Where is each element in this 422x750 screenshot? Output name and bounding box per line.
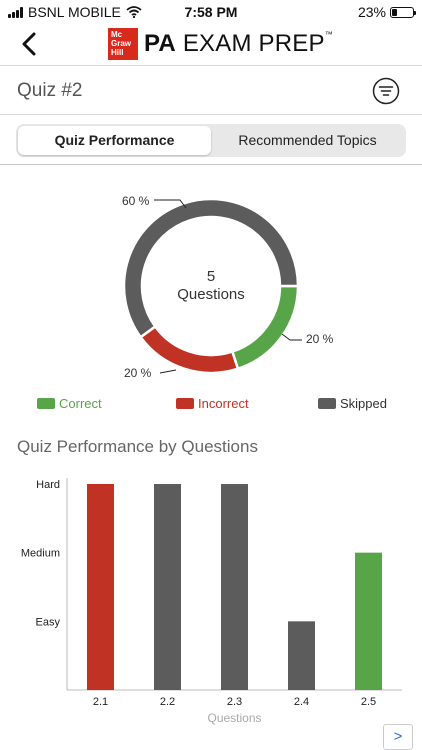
x-tick-label: 2.3 xyxy=(227,696,242,708)
filter-button[interactable] xyxy=(372,77,400,105)
quiz-bar: Quiz #2 xyxy=(0,65,422,115)
legend-incorrect: Incorrect xyxy=(176,396,249,411)
legend-swatch-skipped xyxy=(318,398,336,409)
tab-recommended-topics[interactable]: Recommended Topics xyxy=(211,126,404,155)
app-title-bold: PA xyxy=(144,30,176,57)
tab-quiz-performance[interactable]: Quiz Performance xyxy=(18,126,211,155)
legend-label-correct: Correct xyxy=(59,396,102,411)
app-title-rest: EXAM PREP xyxy=(182,30,325,57)
segmented-tabs: Quiz Performance Recommended Topics xyxy=(16,124,406,157)
battery-fill xyxy=(392,8,397,16)
app-title: PA EXAM PREP™ xyxy=(144,30,333,58)
chart-title: Quiz Performance by Questions xyxy=(17,437,258,456)
bar-2.2 xyxy=(154,484,181,690)
status-bar: BSNL MOBILE 7:58 PM 23% xyxy=(0,0,422,24)
trademark: ™ xyxy=(324,30,333,39)
bar-chart: Easy Medium Hard 2.1 2.2 2.3 2.4 2.5 Questions xyxy=(21,478,402,725)
logo-line: Mc xyxy=(111,30,123,39)
back-button[interactable] xyxy=(14,28,44,60)
bar-2.5 xyxy=(355,552,382,690)
legend-skipped: Skipped xyxy=(318,396,387,411)
bar-2.3 xyxy=(221,484,248,690)
legend-correct: Correct xyxy=(37,396,102,411)
bar-2.1 xyxy=(87,484,114,690)
app-header: Mc Graw Hill PA EXAM PREP™ xyxy=(0,24,422,64)
y-tick-label: Medium xyxy=(21,548,60,560)
x-tick-label: 2.1 xyxy=(93,696,108,708)
donut-center-number: 5 xyxy=(206,268,216,285)
x-axis-label: Questions xyxy=(207,711,261,725)
x-tick-label: 2.4 xyxy=(294,696,309,708)
y-tick-label: Easy xyxy=(36,616,61,628)
divider xyxy=(0,164,422,165)
donut-label-skipped: 60 % xyxy=(122,194,150,208)
x-tick-label: 2.5 xyxy=(361,696,376,708)
legend-label-incorrect: Incorrect xyxy=(198,396,249,411)
donut-center: 5 Questions xyxy=(151,268,271,304)
battery-percent: 23% xyxy=(357,4,386,20)
quiz-title: Quiz #2 xyxy=(17,80,83,101)
legend-swatch-correct xyxy=(37,398,55,409)
x-tick-label: 2.2 xyxy=(160,696,175,708)
chevron-left-icon xyxy=(22,32,36,56)
mcgraw-hill-logo: Mc Graw Hill xyxy=(108,28,138,60)
filter-icon xyxy=(372,77,400,105)
legend-swatch-incorrect xyxy=(176,398,194,409)
leader-line-correct xyxy=(281,333,302,341)
donut-label-correct: 20 % xyxy=(306,332,334,346)
donut-label-incorrect: 20 % xyxy=(124,366,152,380)
logo-line: Hill xyxy=(111,48,124,57)
logo-line: Graw xyxy=(111,39,132,48)
leader-line-incorrect xyxy=(159,369,177,374)
y-tick-label: Hard xyxy=(36,479,60,491)
next-page-button[interactable]: > xyxy=(383,724,413,750)
donut-center-text: Questions xyxy=(177,286,245,303)
brand: Mc Graw Hill PA EXAM PREP™ xyxy=(108,28,333,60)
legend-label-skipped: Skipped xyxy=(340,396,387,411)
bar-2.4 xyxy=(288,621,315,690)
donut-chart: 5 Questions 60 % 20 % 20 % xyxy=(0,170,422,390)
battery-icon xyxy=(390,6,416,18)
donut-slice-incorrect xyxy=(138,324,240,375)
